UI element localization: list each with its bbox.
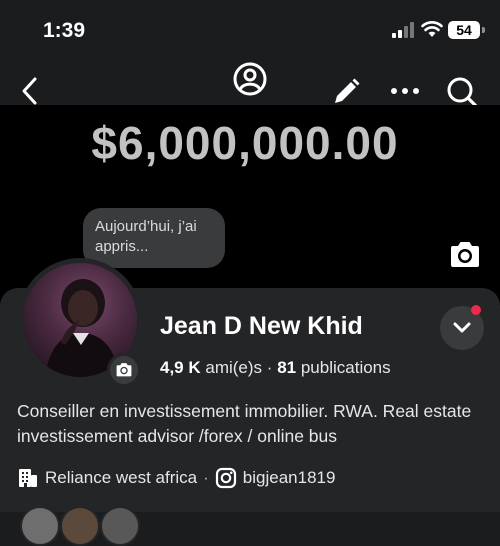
profile-name: Jean D New Khid (160, 312, 363, 340)
more-icon[interactable] (390, 84, 420, 98)
battery-indicator: 54 (448, 21, 480, 39)
top-navigation (0, 60, 500, 109)
workplace-link[interactable]: Reliance west africa (45, 468, 197, 488)
profile-links: Reliance west africa · bigjean1819 (17, 466, 335, 490)
friend-avatar[interactable] (20, 506, 60, 546)
status-bar: 1:39 54 (0, 0, 500, 60)
posts-count: 81 (277, 358, 297, 377)
camera-icon[interactable] (448, 240, 482, 270)
status-time: 1:39 (43, 19, 86, 42)
instagram-link[interactable]: bigjean1819 (243, 468, 336, 488)
friend-avatar[interactable] (100, 506, 140, 546)
wifi-icon (421, 21, 443, 37)
signal-icon (392, 22, 416, 38)
pencil-icon[interactable] (331, 77, 361, 107)
notification-dot (471, 305, 481, 315)
building-icon (19, 469, 37, 487)
friend-avatar[interactable] (60, 506, 100, 546)
battery-tip (482, 27, 485, 33)
cover-amount-text: $6,000,000.00 (91, 117, 399, 169)
instagram-icon (215, 467, 236, 489)
note-bubble[interactable]: Aujourd’hui, j’ai appris... (83, 208, 225, 268)
links-separator: · (203, 468, 209, 487)
avatar-camera-button[interactable] (107, 353, 141, 387)
friends-count[interactable]: 4,9 K (160, 358, 201, 377)
profile-bio: Conseiller en investissement immobilier.… (17, 401, 472, 446)
posts-label: publications (300, 358, 391, 377)
stats-dot: · (266, 358, 273, 377)
profile-icon[interactable] (231, 60, 269, 98)
profile-stats: 4,9 K ami(e)s · 81 publications (160, 358, 391, 378)
back-icon[interactable] (18, 76, 42, 106)
note-text: Aujourd’hui, j’ai appris... (95, 218, 197, 255)
chevron-down-icon (453, 322, 471, 333)
camera-icon (116, 363, 132, 377)
friends-label[interactable]: ami(e)s (205, 358, 262, 377)
